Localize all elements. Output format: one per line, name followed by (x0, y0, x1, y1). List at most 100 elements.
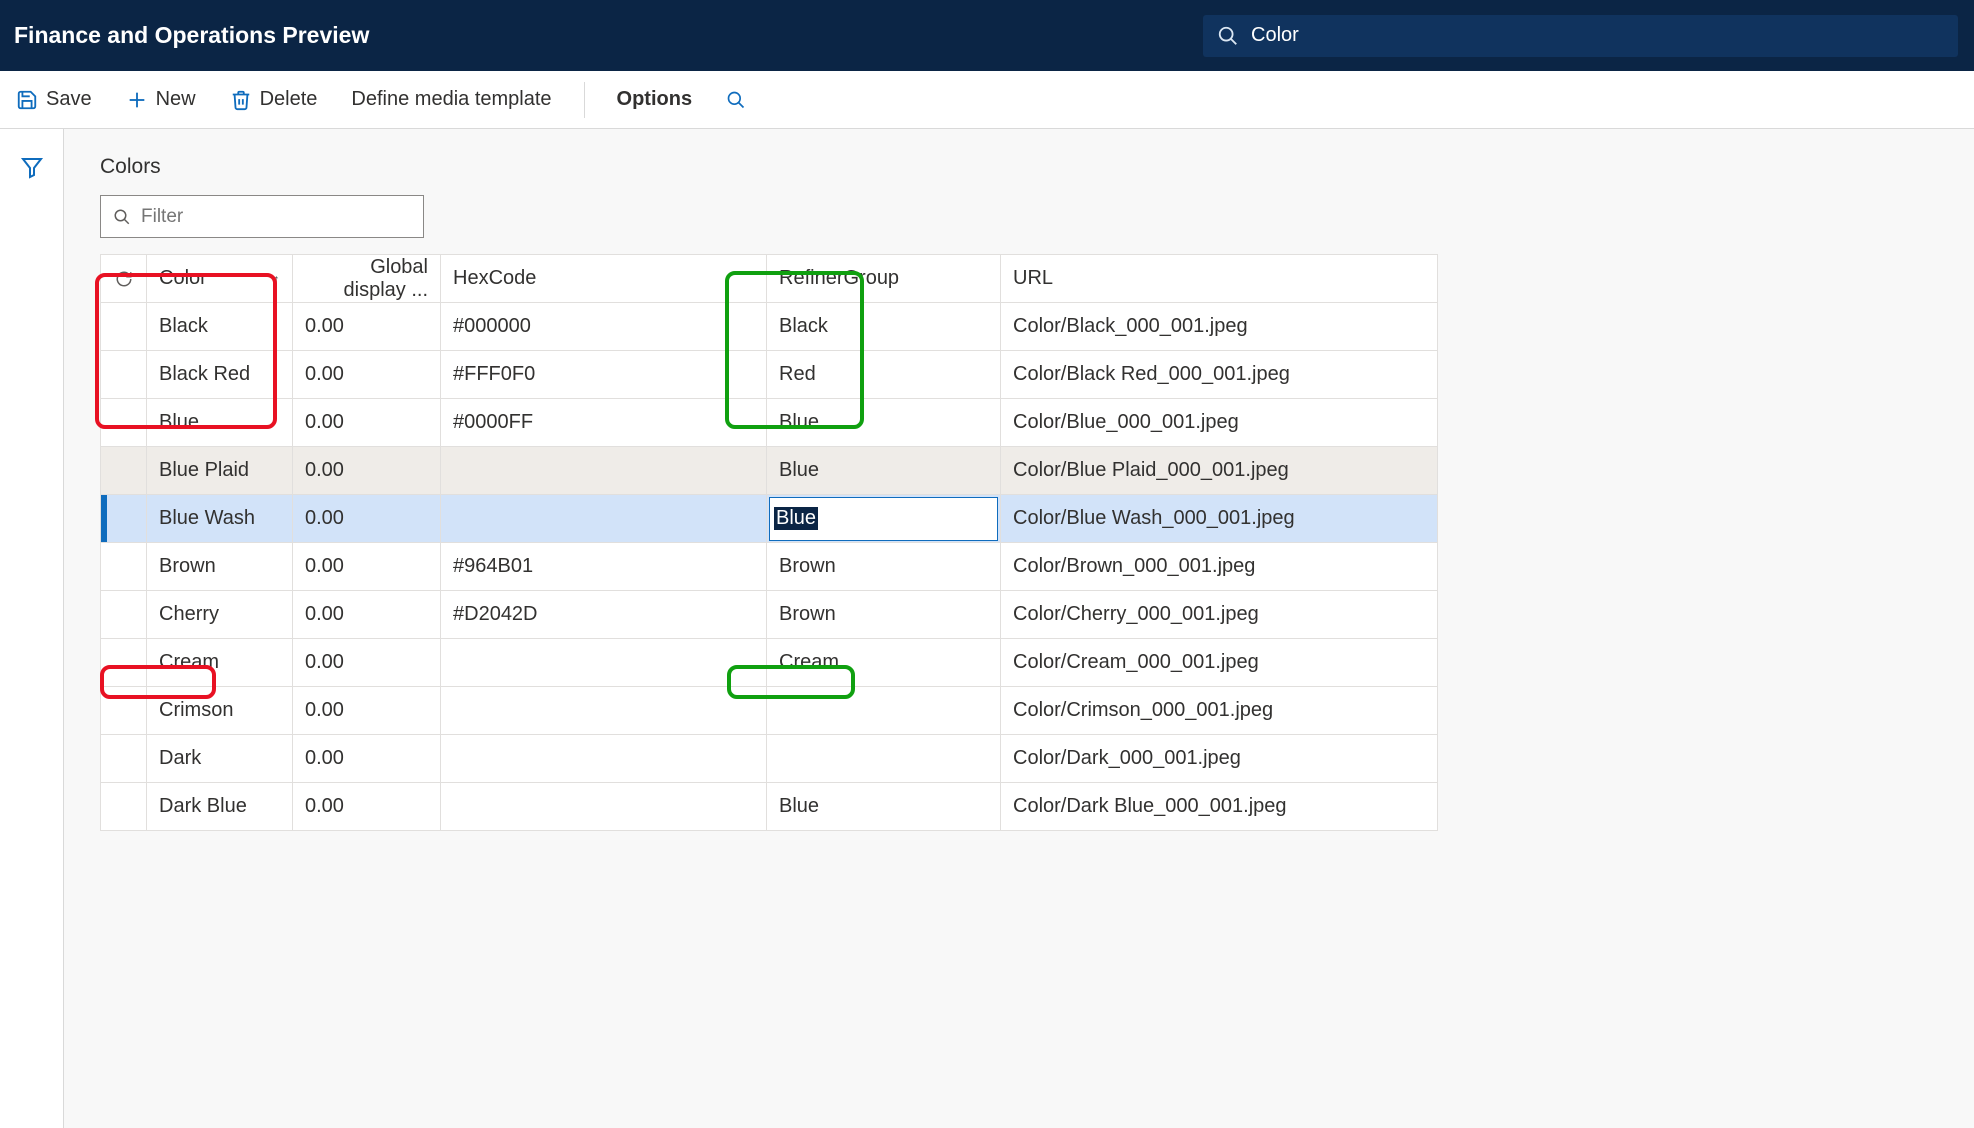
save-label: Save (46, 88, 92, 111)
cell-hexcode[interactable] (441, 447, 767, 495)
row-marker[interactable] (101, 687, 147, 735)
cell-hexcode[interactable]: #000000 (441, 303, 767, 351)
table-row[interactable]: Dark0.00 Color/Dark_000_001.jpeg (101, 735, 1438, 783)
cell-global-display[interactable]: 0.00 (293, 447, 441, 495)
cell-global-display[interactable]: 0.00 (293, 591, 441, 639)
cell-url[interactable]: Color/Crimson_000_001.jpeg (1001, 687, 1438, 735)
search-input[interactable] (1251, 24, 1944, 47)
filter-icon[interactable] (20, 155, 44, 179)
cell-url[interactable]: Color/Blue Plaid_000_001.jpeg (1001, 447, 1438, 495)
cell-url[interactable]: Color/Dark Blue_000_001.jpeg (1001, 783, 1438, 831)
cell-color[interactable]: Dark Blue (147, 783, 293, 831)
cell-url[interactable]: Color/Black_000_001.jpeg (1001, 303, 1438, 351)
table-row[interactable]: Cream0.00CreamColor/Cream_000_001.jpeg (101, 639, 1438, 687)
cell-url[interactable]: Color/Blue Wash_000_001.jpeg (1001, 495, 1438, 543)
row-marker[interactable] (101, 783, 147, 831)
cell-hexcode[interactable] (441, 735, 767, 783)
grid-filter[interactable] (100, 195, 424, 238)
cell-refinergroup[interactable]: Cream (767, 639, 1001, 687)
cell-global-display[interactable]: 0.00 (293, 783, 441, 831)
cell-color[interactable]: Cream (147, 639, 293, 687)
cell-hexcode[interactable] (441, 783, 767, 831)
column-header-color[interactable]: Color ↑ (147, 255, 293, 303)
cell-refinergroup[interactable]: Brown (767, 543, 1001, 591)
global-search[interactable] (1203, 15, 1958, 57)
cell-hexcode[interactable]: #964B01 (441, 543, 767, 591)
table-row[interactable]: Blue Plaid0.00 BlueColor/Blue Plaid_000_0… (101, 447, 1438, 495)
cell-refinergroup[interactable] (767, 687, 1001, 735)
app-title: Finance and Operations Preview (14, 22, 369, 49)
row-marker[interactable] (101, 447, 147, 495)
delete-label: Delete (260, 88, 318, 111)
cell-url[interactable]: Color/Blue_000_001.jpeg (1001, 399, 1438, 447)
row-marker[interactable] (101, 639, 147, 687)
row-marker[interactable] (101, 495, 147, 543)
cell-refinergroup[interactable]: Blue (767, 399, 1001, 447)
cell-hexcode[interactable] (441, 495, 767, 543)
row-marker[interactable] (101, 351, 147, 399)
cell-hexcode[interactable]: #FFF0F0 (441, 351, 767, 399)
table-row[interactable]: Black0.00#000000BlackColor/Black_000_001… (101, 303, 1438, 351)
plus-icon (126, 89, 148, 111)
table-row[interactable]: Crimson0.00 Color/Crimson_000_001.jpeg (101, 687, 1438, 735)
cell-global-display[interactable]: 0.00 (293, 399, 441, 447)
column-header-refinergroup[interactable]: RefinerGroup (767, 255, 1001, 303)
cell-color[interactable]: Blue (147, 399, 293, 447)
column-header-global-display[interactable]: Global display ... (293, 255, 441, 303)
cell-hexcode[interactable]: #D2042D (441, 591, 767, 639)
column-refresh[interactable] (101, 255, 147, 303)
table-row[interactable]: Blue0.00#0000FFBlueColor/Blue_000_001.jp… (101, 399, 1438, 447)
cell-refinergroup[interactable] (767, 735, 1001, 783)
find-button[interactable] (722, 84, 750, 116)
cell-color[interactable]: Cherry (147, 591, 293, 639)
table-row[interactable]: Dark Blue0.00 BlueColor/Dark Blue_000_001… (101, 783, 1438, 831)
cell-color[interactable]: Black Red (147, 351, 293, 399)
cell-url[interactable]: Color/Black Red_000_001.jpeg (1001, 351, 1438, 399)
new-button[interactable]: New (122, 82, 200, 117)
cell-refinergroup[interactable]: Blue (767, 495, 1001, 543)
table-row[interactable]: Blue Wash0.00 BlueColor/Blue Wash_000_001… (101, 495, 1438, 543)
cell-color[interactable]: Blue Plaid (147, 447, 293, 495)
cell-edit-refinergroup[interactable]: Blue (769, 497, 998, 541)
column-header-hexcode[interactable]: HexCode (441, 255, 767, 303)
cell-refinergroup[interactable]: Brown (767, 591, 1001, 639)
define-media-template-button[interactable]: Define media template (347, 82, 555, 117)
cell-global-display[interactable]: 0.00 (293, 639, 441, 687)
table-row[interactable]: Black Red0.00#FFF0F0RedColor/Black Red_0… (101, 351, 1438, 399)
cell-global-display[interactable]: 0.00 (293, 687, 441, 735)
cell-refinergroup[interactable]: Black (767, 303, 1001, 351)
cell-url[interactable]: Color/Dark_000_001.jpeg (1001, 735, 1438, 783)
cell-refinergroup[interactable]: Red (767, 351, 1001, 399)
cell-url[interactable]: Color/Cream_000_001.jpeg (1001, 639, 1438, 687)
cell-global-display[interactable]: 0.00 (293, 543, 441, 591)
cell-global-display[interactable]: 0.00 (293, 735, 441, 783)
cell-color[interactable]: Brown (147, 543, 293, 591)
cell-url[interactable]: Color/Brown_000_001.jpeg (1001, 543, 1438, 591)
cell-color[interactable]: Blue Wash (147, 495, 293, 543)
filter-input[interactable] (141, 206, 411, 228)
options-button[interactable]: Options (613, 82, 697, 117)
cell-global-display[interactable]: 0.00 (293, 495, 441, 543)
cell-refinergroup[interactable]: Blue (767, 783, 1001, 831)
cell-hexcode[interactable] (441, 639, 767, 687)
cell-color[interactable]: Black (147, 303, 293, 351)
table-row[interactable]: Brown0.00#964B01BrownColor/Brown_000_001… (101, 543, 1438, 591)
page-title: Colors (100, 155, 1974, 179)
cell-color[interactable]: Dark (147, 735, 293, 783)
cell-url[interactable]: Color/Cherry_000_001.jpeg (1001, 591, 1438, 639)
cell-color[interactable]: Crimson (147, 687, 293, 735)
column-header-url[interactable]: URL (1001, 255, 1438, 303)
cell-global-display[interactable]: 0.00 (293, 303, 441, 351)
save-button[interactable]: Save (12, 82, 96, 117)
row-marker[interactable] (101, 591, 147, 639)
cell-global-display[interactable]: 0.00 (293, 351, 441, 399)
row-marker[interactable] (101, 399, 147, 447)
row-marker[interactable] (101, 303, 147, 351)
delete-button[interactable]: Delete (226, 82, 322, 117)
table-row[interactable]: Cherry0.00#D2042DBrownColor/Cherry_000_0… (101, 591, 1438, 639)
row-marker[interactable] (101, 735, 147, 783)
row-marker[interactable] (101, 543, 147, 591)
cell-hexcode[interactable] (441, 687, 767, 735)
cell-refinergroup[interactable]: Blue (767, 447, 1001, 495)
cell-hexcode[interactable]: #0000FF (441, 399, 767, 447)
